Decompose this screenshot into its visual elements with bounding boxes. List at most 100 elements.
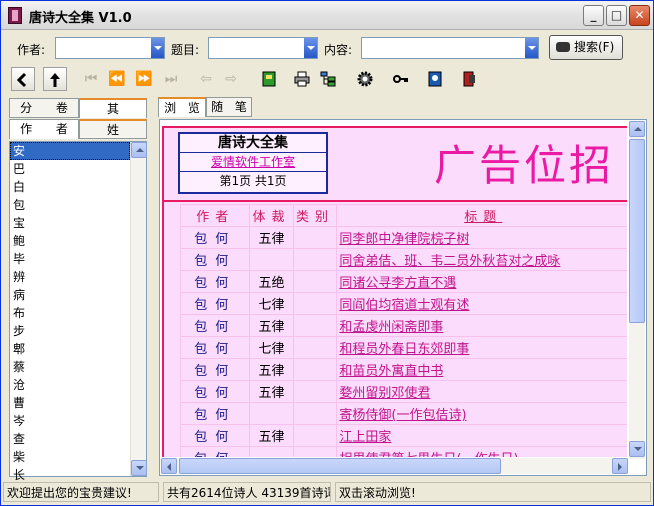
status-bar: 欢迎提出您的宝贵建议! 共有2614位诗人 43139首诗词 双击滚动浏览! [1, 479, 653, 505]
table-row[interactable]: 包何 七律 同阎伯均宿道士观有述 [179, 292, 627, 315]
list-item[interactable]: 曹 [10, 394, 130, 412]
tab-surnames[interactable]: 姓 氏 [79, 119, 147, 156]
scroll-up-icon[interactable] [131, 142, 147, 158]
author-combo[interactable] [55, 37, 165, 59]
help-book-icon [428, 71, 442, 87]
settings-button[interactable] [353, 67, 377, 91]
poem-title-link[interactable]: 同诸公寻李方直不遇 [336, 270, 627, 293]
list-item[interactable]: 巴 [10, 160, 130, 178]
list-item[interactable]: 查 [10, 430, 130, 448]
list-item[interactable]: 步 [10, 322, 130, 340]
chevron-down-icon[interactable] [151, 38, 164, 58]
poem-title-link[interactable]: 同阎伯均宿道士观有述 [336, 292, 627, 315]
vscroll-thumb[interactable] [629, 139, 645, 323]
next-page-button[interactable]: ⏩ [132, 67, 156, 91]
table-row[interactable]: 包何 七律 和程员外春日东郊即事 [179, 336, 627, 359]
poem-title-link[interactable]: 和苗员外寓直中书 [336, 358, 627, 381]
list-item[interactable]: 布 [10, 304, 130, 322]
table-row[interactable]: 包何 五律 婺州留别邓使君 [179, 380, 627, 403]
poem-title-link[interactable]: 和程员外春日东郊即事 [336, 336, 627, 359]
studio-link[interactable]: 爱情软件工作室 [180, 153, 326, 172]
scroll-right-icon[interactable] [612, 458, 628, 474]
content-vscroll[interactable] [629, 121, 645, 459]
column-header-style[interactable]: 体裁 [249, 204, 294, 227]
tab-other[interactable]: 其 它 [79, 98, 147, 135]
poem-title-link[interactable]: 和孟虔州闲斋即事 [336, 314, 627, 337]
surname-list[interactable]: 安巴白包宝鲍毕辨病布步郫蔡沧曹岑查柴长 [9, 141, 147, 482]
table-row[interactable]: 包何 五律 同李郎中净律院梡子树 [179, 226, 627, 249]
scroll-down-icon[interactable] [629, 441, 645, 457]
column-header-category[interactable]: 类别 [292, 204, 338, 227]
search-button[interactable]: 搜索(F) [549, 35, 623, 60]
scroll-left-icon[interactable] [161, 458, 177, 474]
column-header-author[interactable]: 作者 [179, 204, 251, 227]
tab-browse[interactable]: 浏 览 [158, 97, 206, 117]
list-item[interactable]: 包 [10, 196, 130, 214]
poem-title-link[interactable]: 同李郎中净律院梡子树 [336, 226, 627, 249]
print-button[interactable] [290, 67, 314, 91]
book-button[interactable] [257, 67, 281, 91]
poem-title-link[interactable]: 相里使君第七男生日(一作生日) [336, 446, 627, 457]
back-button[interactable] [11, 67, 35, 91]
tree-button[interactable] [316, 67, 340, 91]
list-item[interactable]: 辨 [10, 268, 130, 286]
up-button[interactable] [43, 67, 67, 91]
content-hscroll[interactable] [161, 458, 628, 474]
list-item[interactable]: 柴 [10, 448, 130, 466]
column-header-title[interactable]: 标题 [336, 204, 627, 227]
poem-category [292, 380, 338, 403]
table-row[interactable]: 包何 五绝 同诸公寻李方直不遇 [179, 270, 627, 293]
poem-author: 包何 [179, 402, 251, 425]
maximize-button[interactable]: □ [606, 5, 627, 26]
poem-style: 五律 [249, 358, 294, 381]
chevron-down-icon[interactable] [525, 38, 538, 58]
list-item[interactable]: 岑 [10, 412, 130, 430]
first-page-button[interactable]: ⏮ [79, 67, 103, 91]
browse-viewport[interactable]: 唐诗大全集 爱情软件工作室 第1页 共1页 广告位招 作者 体裁 类别 标题 包何 五律同… [162, 122, 627, 457]
scroll-down-icon[interactable] [131, 460, 147, 476]
poem-style: 五律 [249, 424, 294, 447]
key-button[interactable] [389, 67, 413, 91]
table-row[interactable]: 包何 同舍弟佶、班、韦二员外秋苔对之成咏 [179, 248, 627, 271]
toolbar: ⏮ ⏪ ⏩ ⏭ ⇦ ⇨ [1, 65, 653, 93]
last-page-button[interactable]: ⏭ [159, 67, 183, 91]
table-row[interactable]: 包何 寄杨侍御(一作包佶诗) [179, 402, 627, 425]
list-item[interactable]: 郫 [10, 340, 130, 358]
help-button[interactable] [423, 67, 447, 91]
title-combo[interactable] [208, 37, 318, 59]
poem-author: 包何 [179, 226, 251, 249]
list-scrollbar[interactable] [130, 142, 147, 476]
minimize-button[interactable]: _ [583, 5, 604, 26]
exit-button[interactable] [457, 67, 481, 91]
poem-title-link[interactable]: 同舍弟佶、班、韦二员外秋苔对之成咏 [336, 248, 627, 271]
tab-notes[interactable]: 随 笔 [206, 97, 252, 117]
list-item[interactable]: 毕 [10, 250, 130, 268]
tab-authors[interactable]: 作 者 [9, 119, 79, 139]
table-row[interactable]: 包何 相里使君第七男生日(一作生日) [179, 446, 627, 457]
prev-page-button[interactable]: ⏪ [105, 67, 129, 91]
table-row[interactable]: 包何 五律 江上田家 [179, 424, 627, 447]
list-item[interactable]: 白 [10, 178, 130, 196]
main-window: 唐诗大全集 V1.0 _ □ ✕ 作者: 题目: 内容: 搜索(F) ⏮ ⏪ ⏩… [0, 0, 654, 506]
list-item[interactable]: 安 [10, 142, 130, 160]
title-bar[interactable]: 唐诗大全集 V1.0 _ □ ✕ [1, 1, 653, 30]
close-button[interactable]: ✕ [629, 5, 650, 26]
list-item[interactable]: 病 [10, 286, 130, 304]
history-back-button[interactable]: ⇦ [194, 67, 218, 91]
list-item[interactable]: 蔡 [10, 358, 130, 376]
list-item[interactable]: 鲍 [10, 232, 130, 250]
list-item[interactable]: 沧 [10, 376, 130, 394]
content-combo[interactable] [361, 37, 539, 59]
poem-title-link[interactable]: 寄杨侍御(一作包佶诗) [336, 402, 627, 425]
history-forward-button[interactable]: ⇨ [219, 67, 243, 91]
poem-title-link[interactable]: 婺州留别邓使君 [336, 380, 627, 403]
chevron-down-icon[interactable] [304, 38, 317, 58]
poem-category [292, 402, 338, 425]
tab-volumes[interactable]: 分 卷 [9, 98, 79, 118]
hscroll-thumb[interactable] [179, 458, 501, 474]
poem-title-link[interactable]: 江上田家 [336, 424, 627, 447]
table-row[interactable]: 包何 五律 和苗员外寓直中书 [179, 358, 627, 381]
list-item[interactable]: 宝 [10, 214, 130, 232]
scroll-up-icon[interactable] [629, 121, 645, 137]
table-row[interactable]: 包何 五律 和孟虔州闲斋即事 [179, 314, 627, 337]
